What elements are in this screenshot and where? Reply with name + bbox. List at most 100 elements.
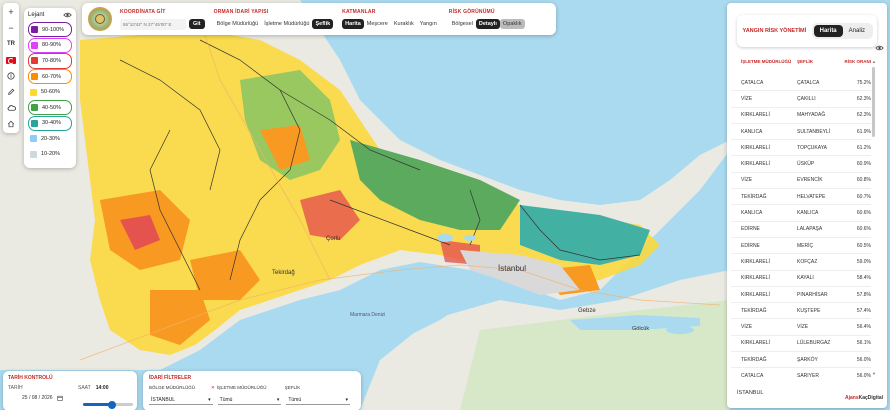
table-row[interactable]: TEKİRDAĞ HELVATEPE 60.7% xyxy=(731,189,871,206)
legend-item[interactable]: 30-40% xyxy=(28,115,72,131)
forest-structure-option[interactable]: Şeflik xyxy=(312,19,334,29)
table-cell: TEKİRDAĞ xyxy=(741,307,767,314)
table-row[interactable]: ÇATALCA SARIYER 56.0% xyxy=(731,368,871,377)
forest-structure-option[interactable]: Bölge Müdürlüğü xyxy=(214,19,262,29)
legend-swatch xyxy=(31,41,38,49)
legend-swatch xyxy=(31,57,38,65)
seflik-select[interactable]: Tümü ▾ xyxy=(286,395,351,405)
table-row[interactable]: TEKİRDAĞ ŞARKÖY 56.0% xyxy=(731,352,871,369)
time-slider[interactable] xyxy=(83,400,133,409)
info-button[interactable] xyxy=(4,69,18,83)
legend-item[interactable]: 70-80% xyxy=(28,53,72,69)
table-row[interactable]: KIRKLARELİ KAYALI 58.4% xyxy=(731,271,871,287)
top-control-bar: KOORDİNATA GİT Git ORMAN İDARİ YAPISI Bö… xyxy=(82,3,556,35)
table-row[interactable]: KIRKLARELİ MAHYADAĞ 62.3% xyxy=(731,108,871,124)
legend-item[interactable]: 50-60% xyxy=(28,85,72,100)
legend-label: 80-90% xyxy=(42,42,61,49)
eye-icon[interactable] xyxy=(63,12,72,18)
calendar-icon[interactable] xyxy=(56,395,63,401)
legend-item[interactable]: 60-70% xyxy=(28,69,72,85)
legend-item[interactable]: 10-20% xyxy=(28,147,72,162)
map-label-corlu: Çorlu xyxy=(326,236,341,242)
table-row[interactable]: EDİRNE MERİÇ 60.5% xyxy=(731,238,871,255)
column-header-risk[interactable]: RİSK ORANI xyxy=(843,59,871,64)
scroll-thumb[interactable] xyxy=(872,67,875,137)
eye-icon[interactable] xyxy=(875,45,884,51)
risk-table-scrollbar[interactable]: ▲ ▼ xyxy=(872,59,876,379)
weather-button[interactable] xyxy=(4,101,18,115)
chevron-down-icon: ▾ xyxy=(345,396,349,403)
table-cell: EVRENCİK xyxy=(797,177,823,184)
legend-item[interactable]: 20-30% xyxy=(28,131,72,146)
forest-structure-option[interactable]: İşletme Müdürlüğü xyxy=(261,19,312,29)
scroll-up-icon[interactable]: ▲ xyxy=(872,59,876,64)
table-row[interactable]: TEKİRDAĞ KUŞTEPE 57.4% xyxy=(731,303,871,320)
table-row[interactable]: EDİRNE LALAPAŞA 60.6% xyxy=(731,222,871,238)
table-row[interactable]: KANLICA KANLICA 60.6% xyxy=(731,205,871,222)
admin-filters-title: İDARİ FİLTRELER xyxy=(149,375,192,381)
layer-option[interactable]: Harita xyxy=(342,19,364,29)
column-header-isletme[interactable]: İŞLETME MÜDÜRLÜĞÜ xyxy=(731,59,793,64)
tab-harita[interactable]: Harita xyxy=(813,25,843,37)
table-row[interactable]: KIRKLARELİ ÜSKÜP 60.9% xyxy=(731,156,871,173)
column-header-seflik[interactable]: ŞEFLİK xyxy=(793,59,843,64)
coordinate-title: KOORDİNATA GİT xyxy=(120,8,166,15)
language-flag-button[interactable] xyxy=(4,53,18,67)
risk-management-panel: YANGIN RİSK YÖNETİMİ Harita Analiz İŞLET… xyxy=(727,3,887,408)
table-cell: 60.6% xyxy=(856,226,871,233)
table-row[interactable]: ÇATALCA ÇATALCA 75.2% xyxy=(731,75,871,92)
legend-swatch xyxy=(30,88,37,96)
home-button[interactable] xyxy=(4,117,18,131)
legend-swatch xyxy=(31,119,38,127)
bolge-select-value: İSTANBUL xyxy=(151,396,176,403)
bolge-select[interactable]: İSTANBUL ▾ xyxy=(149,395,213,405)
table-cell: SARIYER xyxy=(797,372,819,377)
isletme-select[interactable]: Tümü ▾ xyxy=(217,395,282,405)
table-cell: ÇATALCA xyxy=(741,372,764,377)
map-label-golcuk: Gölcük xyxy=(632,326,650,332)
table-row[interactable]: KANLICA SULTANBEYLİ 61.9% xyxy=(731,124,871,141)
table-cell: ŞARKÖY xyxy=(797,356,818,363)
layers-options: Harita Meşcere Kuraklık Yangın xyxy=(342,19,440,29)
legend-swatch xyxy=(31,26,38,34)
table-row[interactable]: KIRKLARELİ PINARHİSAR 57.8% xyxy=(731,287,871,304)
risk-view-option[interactable]: Bölgesel xyxy=(449,19,476,29)
layer-option[interactable]: Yangın xyxy=(417,19,440,29)
legend-label: 10-20% xyxy=(41,151,60,158)
risk-panel-title: YANGIN RİSK YÖNETİMİ xyxy=(742,27,807,34)
date-input[interactable]: 25 / 08 / 2026 xyxy=(22,395,53,401)
legend-item[interactable]: 40-50% xyxy=(28,99,72,116)
info-icon xyxy=(7,72,15,80)
risk-view-option[interactable]: Detaylı xyxy=(475,19,500,29)
time-slider-handle[interactable] xyxy=(108,400,116,409)
table-cell: VİZE xyxy=(741,324,753,331)
draw-button[interactable] xyxy=(4,85,18,99)
table-row[interactable]: VİZE ÇAKILLI 62.3% xyxy=(731,91,871,108)
zoom-in-button[interactable]: + xyxy=(4,5,18,19)
layer-option[interactable]: Meşcere xyxy=(364,19,391,29)
table-row[interactable]: KIRKLARELİ LÜLEBURGAZ 56.1% xyxy=(731,336,871,353)
language-button[interactable]: TR xyxy=(4,37,18,51)
table-row[interactable]: KIRKLARELİ KOFÇAZ 59.0% xyxy=(731,254,871,271)
layer-option[interactable]: Kuraklık xyxy=(391,19,417,29)
filter-label-bolge: BÖLGE MÜDÜRLÜĞÜ xyxy=(149,385,196,390)
scroll-down-icon[interactable]: ▼ xyxy=(872,371,876,376)
table-cell: 56.0% xyxy=(856,356,871,363)
coordinate-input[interactable] xyxy=(120,18,186,30)
table-row[interactable]: VİZE EVRENCİK 60.8% xyxy=(731,173,871,190)
table-cell: MERİÇ xyxy=(797,242,814,249)
tab-analiz[interactable]: Analiz xyxy=(843,25,871,37)
table-cell: KANLICA xyxy=(741,128,763,135)
risk-view-option[interactable]: Opaklık xyxy=(499,19,525,29)
table-row[interactable]: VİZE VİZE 56.4% xyxy=(731,319,871,336)
go-button[interactable]: Git xyxy=(189,19,205,29)
table-cell: HELVATEPE xyxy=(797,193,826,200)
legend-list: 90-100% 80-90% 70-80% 60-70% 50-60% 40-50% 30-… xyxy=(28,22,72,162)
clear-filter-icon[interactable]: ✕ xyxy=(211,385,215,391)
zoom-out-button[interactable]: − xyxy=(4,21,18,35)
legend-item[interactable]: 90-100% xyxy=(28,22,72,38)
table-row[interactable]: KIRKLARELİ TOPÇUKAYA 61.2% xyxy=(731,140,871,157)
brand-logo: AjansKaçDigital xyxy=(845,395,884,401)
legend-item[interactable]: 80-90% xyxy=(28,37,72,53)
table-cell: TOPÇUKAYA xyxy=(797,144,828,151)
